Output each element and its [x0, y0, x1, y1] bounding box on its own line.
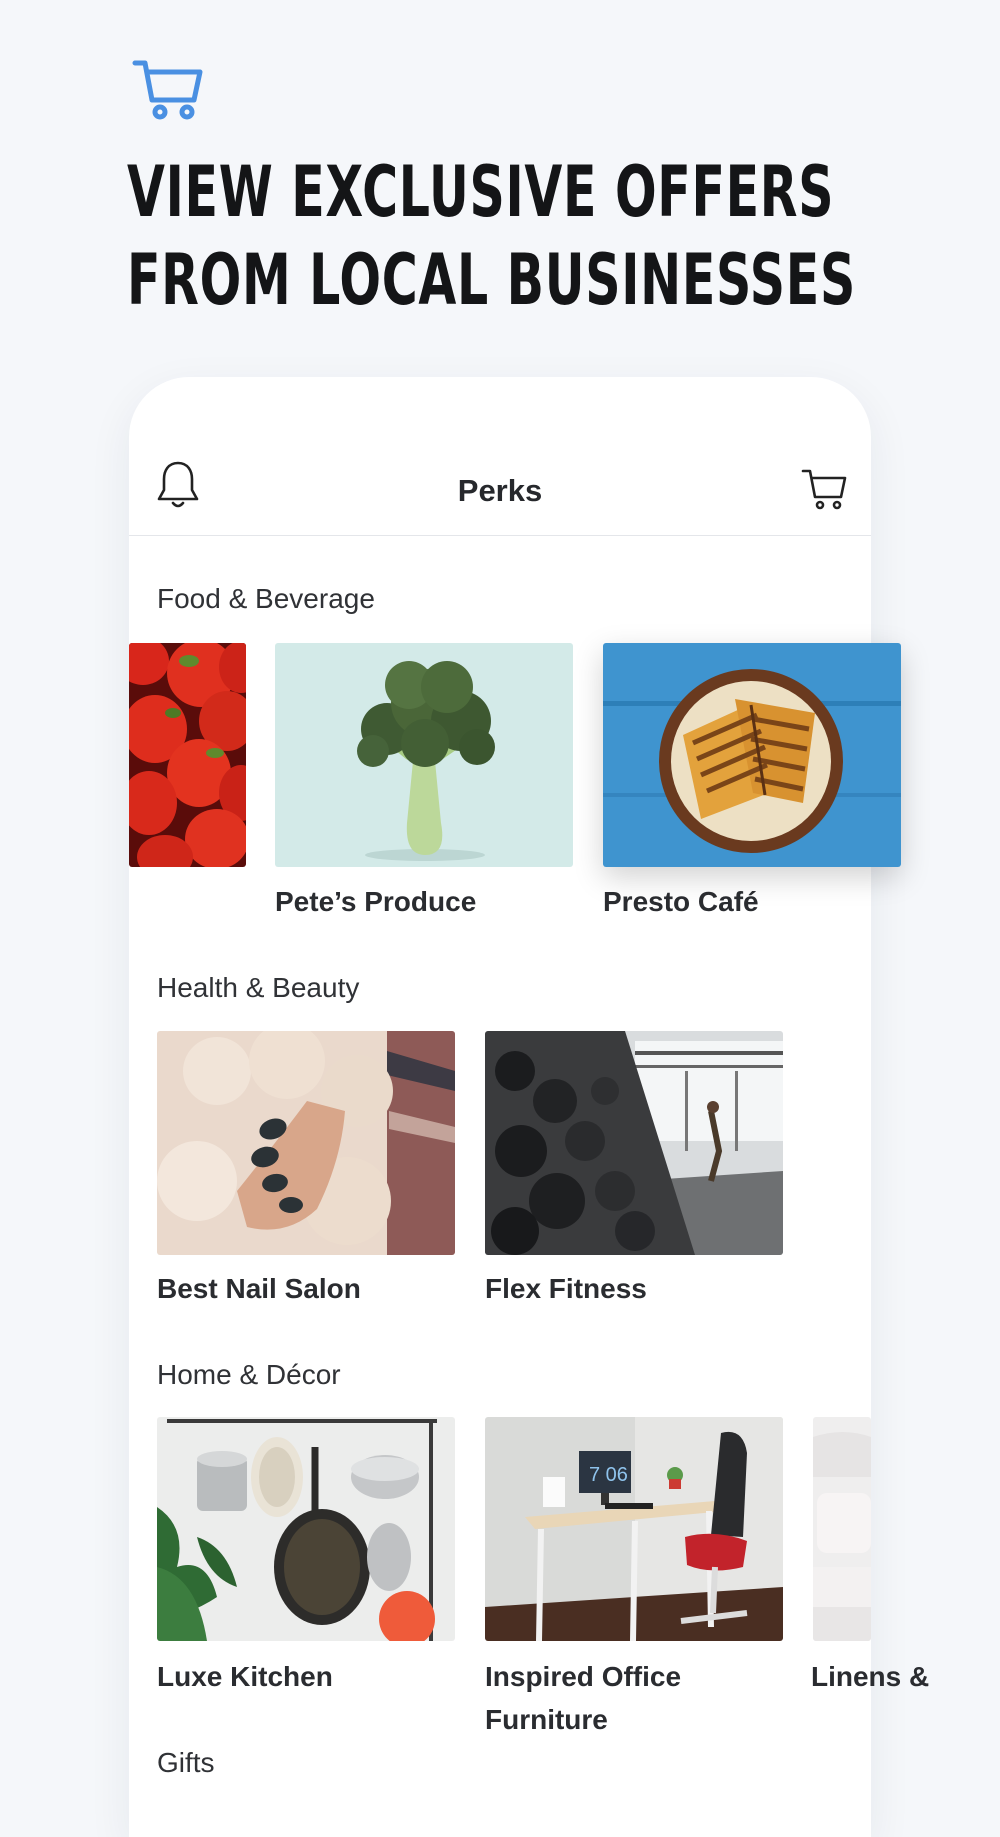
offer-label-line: Furniture — [485, 1704, 608, 1735]
offer-label-best-nail-salon[interactable]: Best Nail Salon — [157, 1267, 361, 1310]
app-header: Perks — [129, 377, 871, 536]
offer-image-petes-produce[interactable] — [275, 643, 573, 867]
section-title-food-beverage: Food & Beverage — [157, 583, 375, 614]
offer-label-linens[interactable]: Linens & — [811, 1655, 929, 1698]
offer-label-flex-fitness[interactable]: Flex Fitness — [485, 1267, 647, 1310]
offer-image-linens[interactable] — [813, 1417, 871, 1641]
section-title-gifts: Gifts — [157, 1747, 215, 1778]
offer-image-flex-fitness[interactable] — [485, 1031, 783, 1255]
offer-label-petes-produce[interactable]: Pete’s Produce — [275, 880, 476, 923]
svg-text:7 06: 7 06 — [589, 1464, 628, 1486]
offer-image-inspired-office-furniture[interactable]: 7 06 — [485, 1417, 783, 1641]
offer-image-presto-cafe[interactable] — [603, 643, 901, 867]
cart-icon — [132, 60, 203, 120]
app-title: Perks — [457, 473, 543, 508]
offer-label-presto-cafe[interactable]: Presto Café — [603, 880, 759, 923]
offer-label-line: Inspired Office — [485, 1661, 682, 1692]
offer-image-strawberries[interactable] — [129, 643, 246, 867]
cart-icon[interactable] — [801, 467, 847, 511]
headline-line-1: VIEW EXCLUSIVE OFFERS — [127, 151, 835, 233]
headline: VIEW EXCLUSIVE OFFERS FROM LOCAL BUSINES… — [127, 148, 856, 324]
section-title-home-decor: Home & Décor — [157, 1359, 341, 1390]
offer-image-luxe-kitchen[interactable] — [157, 1417, 455, 1641]
offer-image-best-nail-salon[interactable] — [157, 1031, 455, 1255]
offer-label-luxe-kitchen[interactable]: Luxe Kitchen — [157, 1655, 333, 1698]
offer-label-inspired-office-furniture[interactable]: Inspired Office Furniture — [485, 1655, 681, 1741]
headline-line-2: FROM LOCAL BUSINESSES — [127, 239, 856, 321]
phone-screen: Perks Food & Beverage Pete’s Produce Pre… — [129, 377, 929, 1837]
section-title-health-beauty: Health & Beauty — [157, 972, 360, 1003]
